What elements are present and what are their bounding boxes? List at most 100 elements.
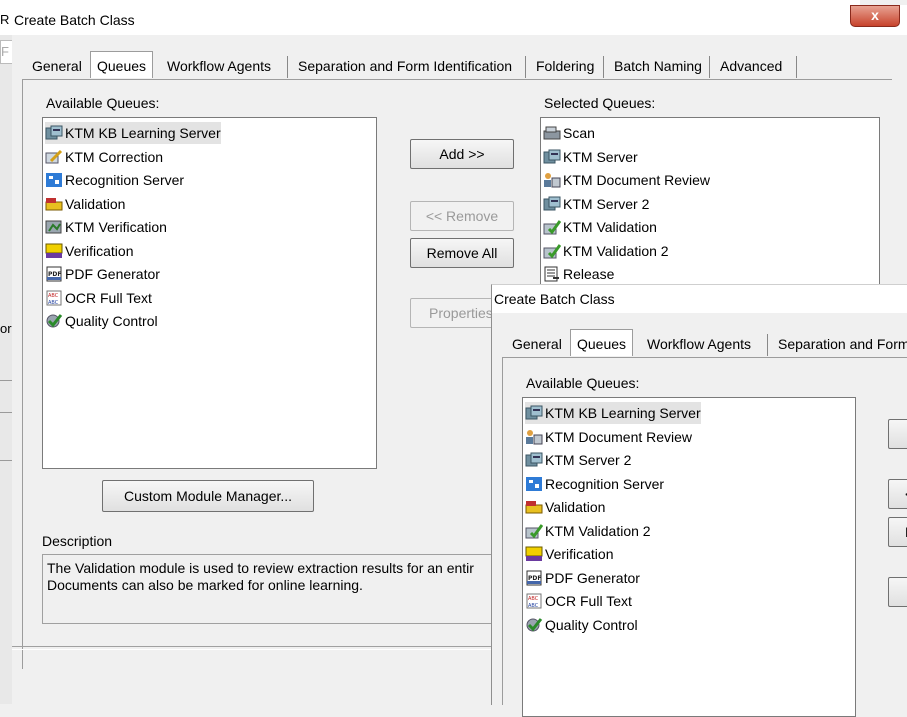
tab-queues[interactable]: Queues [570, 329, 634, 356]
list-item[interactable]: Verification [45, 240, 133, 262]
ocr-icon: ABC ABC [525, 593, 543, 609]
dialog-title: Create Batch Class [14, 12, 135, 28]
tab-foldering[interactable]: Foldering [530, 54, 600, 78]
list-item-label: KTM Server 2 [563, 195, 650, 212]
list-item[interactable]: KTM Document Review [543, 169, 710, 191]
review-icon [543, 172, 561, 188]
list-item-label: KTM Correction [65, 148, 164, 165]
list-item[interactable]: Quality Control [45, 310, 158, 332]
tab-separator [603, 56, 604, 78]
list-item[interactable]: KTM KB Learning Server [525, 402, 701, 424]
recognition-icon [45, 172, 63, 188]
list-item-label: Recognition Server [545, 475, 665, 492]
ktm-validation-icon [525, 523, 544, 539]
list-item[interactable]: Recognition Server [45, 169, 184, 191]
dialog-2-add-button[interactable] [888, 419, 907, 449]
dialog-2-available-queues-label: Available Queues: [526, 375, 640, 391]
background-divider [0, 460, 12, 461]
available-queues-list[interactable]: KTM KB Learning Server KTM Correction Reco… [42, 117, 377, 469]
list-item-label: KTM Validation [563, 219, 657, 235]
dialog-title-bar[interactable]: R Create Batch Class x [0, 5, 907, 35]
list-item[interactable]: KTM Verification [45, 216, 167, 238]
list-item[interactable]: KTM Document Review [525, 426, 692, 448]
tab-panel-border [22, 79, 892, 80]
pdf-icon: PDF [45, 266, 63, 282]
list-item-label: KTM Document Review [563, 172, 711, 188]
list-item[interactable]: ABC ABC OCR Full Text [45, 287, 152, 309]
list-item-label: Recognition Server [65, 172, 185, 188]
validation-icon [525, 499, 543, 515]
svg-text:ABC: ABC [528, 596, 539, 602]
list-item-label: KTM KB Learning Server [65, 125, 221, 141]
verify-icon [45, 243, 63, 259]
dialog-2-remove-button[interactable]: < [888, 479, 907, 509]
tab-general[interactable]: General [506, 332, 568, 356]
server-icon [45, 125, 63, 141]
release-icon [543, 266, 561, 282]
selected-queues-label: Selected Queues: [544, 95, 656, 111]
server-icon [543, 149, 561, 165]
svg-text:PDF: PDF [528, 575, 541, 582]
tab-general[interactable]: General [26, 54, 88, 78]
background-fragment-or: or [0, 321, 12, 336]
remove-all-button[interactable]: Remove All [410, 238, 514, 268]
list-item[interactable]: KTM KB Learning Server [45, 122, 221, 144]
remove-button[interactable]: << Remove [410, 201, 514, 231]
list-item-label: Scan [563, 125, 595, 141]
list-item-label: Validation [545, 499, 606, 515]
list-item[interactable]: Recognition Server [525, 473, 664, 495]
list-item[interactable]: Release [543, 263, 614, 285]
list-item[interactable]: PDF PDF Generator [45, 263, 160, 285]
svg-text:PDF: PDF [48, 271, 61, 278]
list-item[interactable]: KTM Validation 2 [525, 520, 651, 542]
dialog-2-remove-all-button[interactable]: F [888, 517, 907, 547]
recognition-icon [525, 476, 543, 492]
list-item-label: KTM Server 2 [545, 452, 632, 468]
server-icon [525, 452, 543, 468]
verify-icon [525, 546, 543, 562]
list-item[interactable]: Quality Control [525, 614, 638, 636]
background-divider [0, 412, 12, 413]
tab-queues[interactable]: Queues [90, 51, 154, 78]
tab-batch-naming[interactable]: Batch Naming [608, 54, 708, 78]
list-item[interactable]: KTM Validation 2 [543, 240, 669, 262]
add-button[interactable]: Add >> [410, 139, 514, 169]
description-box: The Validation module is used to review … [42, 554, 562, 624]
list-item[interactable]: KTM Server [543, 146, 638, 168]
dialog-2-available-queues-list[interactable]: KTM KB Learning Server KTM Document Revie… [522, 397, 856, 717]
correction-icon [45, 149, 63, 165]
list-item-label: KTM Server [563, 148, 638, 165]
tab-separator [796, 56, 797, 78]
review-icon [525, 429, 543, 445]
tab-separator [767, 334, 768, 356]
dialog-2-title-bar[interactable]: Create Batch Class [492, 285, 907, 313]
tab-workflow-agents[interactable]: Workflow Agents [641, 332, 757, 356]
custom-module-manager-button[interactable]: Custom Module Manager... [102, 480, 314, 512]
list-item[interactable]: PDF PDF Generator [525, 567, 640, 589]
list-item[interactable]: Validation [45, 193, 125, 215]
list-item-label: KTM Validation 2 [545, 522, 651, 539]
description-text: The Validation module is used to review … [47, 560, 474, 593]
list-item-label: KTM Verification [65, 219, 167, 235]
tab-separation-and-form-identification[interactable]: Separation and Form Identification [292, 54, 518, 78]
tab-separation-and-form[interactable]: Separation and Form [772, 332, 907, 356]
server-icon [525, 405, 543, 421]
close-button[interactable]: x [850, 5, 900, 27]
list-item[interactable]: KTM Correction [45, 146, 163, 168]
list-item[interactable]: KTM Server 2 [525, 449, 631, 471]
list-item-label: OCR Full Text [65, 289, 152, 306]
list-item[interactable]: Scan [543, 122, 595, 144]
list-item[interactable]: KTM Validation [543, 216, 657, 238]
tab-advanced[interactable]: Advanced [714, 54, 788, 78]
background-divider [0, 380, 12, 381]
list-item[interactable]: Verification [525, 543, 613, 565]
quality-icon [45, 313, 63, 329]
dialog-2-properties-button[interactable] [888, 577, 907, 607]
list-item[interactable]: KTM Server 2 [543, 193, 649, 215]
tab-workflow-agents[interactable]: Workflow Agents [161, 54, 277, 78]
list-item[interactable]: Validation [525, 496, 605, 518]
list-item-label: Verification [65, 242, 134, 259]
dialog-create-batch-class-2: Create Batch Class General Queues Workfl… [491, 284, 907, 717]
pdf-icon: PDF [525, 570, 543, 586]
list-item[interactable]: ABC ABC OCR Full Text [525, 590, 632, 612]
